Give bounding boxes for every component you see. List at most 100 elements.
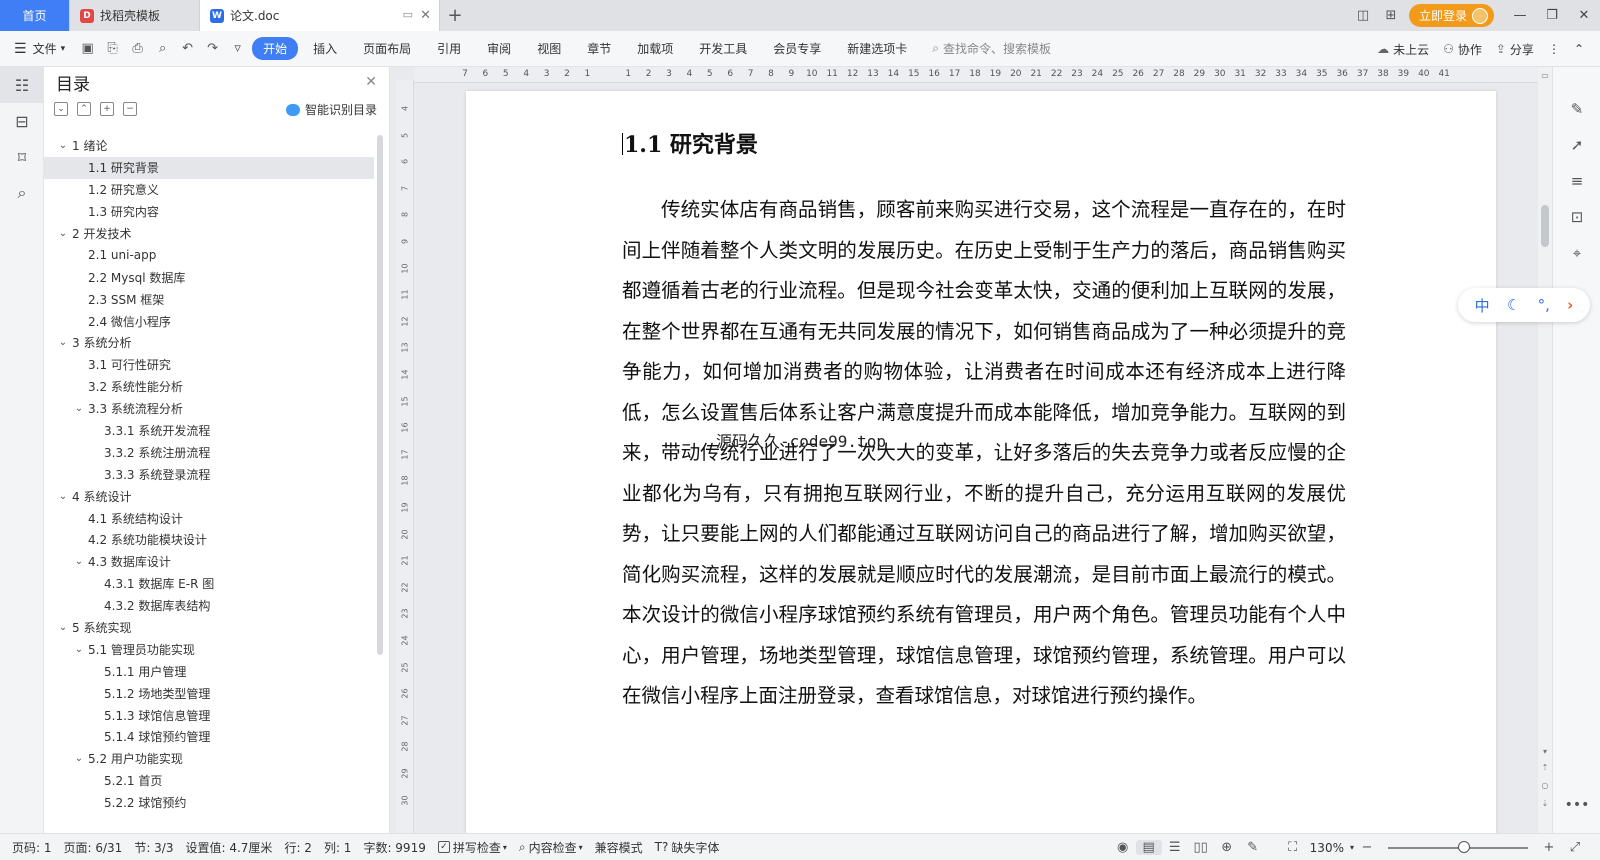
- menu-review[interactable]: 审阅: [476, 37, 522, 60]
- document-scrollbar[interactable]: ▭ ▾ ⇡ ○ ⇣: [1538, 67, 1552, 833]
- toc-item[interactable]: ⌄ 5.2 用户功能实现: [44, 748, 374, 770]
- collapse-all-icon[interactable]: ⌃: [77, 102, 91, 116]
- redo-icon[interactable]: ↷: [200, 41, 225, 56]
- prev-page-icon[interactable]: ⇡: [1538, 763, 1552, 772]
- outline-view-icon[interactable]: ☰: [1162, 840, 1188, 855]
- toc-item[interactable]: ⌄ 4.3 数据库设计: [44, 551, 374, 573]
- toc-item[interactable]: 3.2 系统性能分析: [44, 376, 374, 398]
- chevron-down-icon[interactable]: ⌄: [72, 403, 86, 414]
- minimize-icon[interactable]: —: [1504, 8, 1536, 23]
- find-icon[interactable]: ⌕: [0, 175, 44, 211]
- chevron-right-icon[interactable]: ›: [1567, 296, 1573, 314]
- toc-item[interactable]: 5.1.2 场地类型管理: [44, 682, 374, 704]
- document-page[interactable]: 1.1 研究背景 传统实体店有商品销售，顾客前来购买进行交易，这个流程是一直存在…: [466, 91, 1496, 833]
- menu-member[interactable]: 会员专享: [762, 37, 832, 60]
- status-col[interactable]: 列: 1: [324, 839, 352, 856]
- toc-item[interactable]: ⌄ 4 系统设计: [44, 485, 374, 507]
- menu-insert[interactable]: 插入: [302, 37, 348, 60]
- chevron-down-icon[interactable]: ⌄: [72, 556, 86, 567]
- content-check-button[interactable]: ⌕ 内容检查 ▾: [519, 839, 583, 856]
- toc-item[interactable]: 3.3.3 系统登录流程: [44, 463, 374, 485]
- zoom-slider-knob[interactable]: [1458, 840, 1470, 853]
- add-heading-icon[interactable]: +: [100, 102, 114, 116]
- command-search-input[interactable]: ⌕ 查找命令、搜索模板: [932, 40, 1051, 57]
- chevron-down-icon[interactable]: ⌄: [56, 337, 70, 348]
- toc-item[interactable]: 2.4 微信小程序: [44, 310, 374, 332]
- adjust-sliders-icon[interactable]: ≡: [1553, 163, 1600, 199]
- toc-item[interactable]: ⌄ 5 系统实现: [44, 617, 374, 639]
- scroll-thumb[interactable]: [1541, 205, 1549, 247]
- navigation-icon[interactable]: ⊟: [0, 103, 44, 139]
- menu-developer[interactable]: 开发工具: [688, 37, 758, 60]
- toc-item[interactable]: ⌄ 1 绪论: [44, 135, 374, 157]
- chevron-down-icon[interactable]: ⌄: [56, 491, 70, 502]
- horizontal-ruler[interactable]: 7 6 5 4 3 2 1 1 2 3 4 5 6 7 8 9 10 11 12 13 14 15 16 17 18 19 20 21…: [414, 67, 1538, 83]
- ime-mode-label[interactable]: 中: [1475, 295, 1490, 316]
- toc-item[interactable]: 1.3 研究内容: [44, 201, 374, 223]
- toc-item[interactable]: 5.1.1 用户管理: [44, 660, 374, 682]
- doc-heading[interactable]: 1.1 研究背景: [622, 127, 758, 159]
- zoom-level[interactable]: 130%: [1310, 841, 1344, 855]
- chevron-down-icon[interactable]: ⌄: [56, 140, 70, 151]
- cloud-status-button[interactable]: ☁ 未上云: [1377, 41, 1429, 58]
- write-mode-icon[interactable]: ✎: [1240, 840, 1266, 855]
- print-preview-icon[interactable]: ⌕: [150, 41, 175, 56]
- status-section[interactable]: 节: 3/3: [134, 839, 173, 856]
- status-page-no[interactable]: 页码: 1: [12, 839, 52, 856]
- toc-item[interactable]: 4.1 系统结构设计: [44, 507, 374, 529]
- quick-access-more-icon[interactable]: ▿: [225, 41, 250, 56]
- toc-item[interactable]: 4.3.2 数据库表结构: [44, 595, 374, 617]
- status-pages[interactable]: 页面: 6/31: [64, 839, 123, 856]
- web-view-icon[interactable]: ⊕: [1214, 840, 1240, 855]
- file-menu-button[interactable]: ☰ 文件 ▾: [0, 40, 75, 57]
- moon-icon[interactable]: ☾: [1507, 296, 1520, 314]
- fit-page-icon[interactable]: ⛶: [1280, 840, 1306, 855]
- doc-paragraph[interactable]: 传统实体店有商品销售，顾客前来购买进行交易，这个流程是一直存在的，在时间上伴随着…: [622, 191, 1346, 718]
- layout-toggle-icon[interactable]: ◫: [1349, 8, 1377, 23]
- save-icon[interactable]: ▣: [75, 41, 100, 56]
- toc-item[interactable]: 3.3.2 系统注册流程: [44, 441, 374, 463]
- reading-view-icon[interactable]: ▯▯: [1188, 840, 1214, 855]
- fullscreen-icon[interactable]: ⤢: [1562, 840, 1588, 855]
- chevron-down-icon[interactable]: ⌄: [72, 753, 86, 764]
- menu-page-layout[interactable]: 页面布局: [352, 37, 422, 60]
- new-tab-button[interactable]: +: [440, 0, 470, 31]
- tab-pin-icon[interactable]: ▭: [403, 8, 413, 21]
- toc-item[interactable]: ⌄ 3 系统分析: [44, 332, 374, 354]
- toc-item[interactable]: 2.1 uni-app: [44, 244, 374, 266]
- toc-item[interactable]: 4.2 系统功能模块设计: [44, 529, 374, 551]
- ime-toolbar[interactable]: 中 ☾ °, ›: [1458, 288, 1590, 322]
- punctuation-icon[interactable]: °,: [1538, 296, 1550, 314]
- image-tools-icon[interactable]: ⊡: [1553, 199, 1600, 235]
- menu-addins[interactable]: 加载项: [626, 37, 684, 60]
- toc-item[interactable]: 5.1.3 球馆信息管理: [44, 704, 374, 726]
- toc-item[interactable]: 5.1.4 球馆预约管理: [44, 726, 374, 748]
- toc-item[interactable]: ⌄ 2 开发技术: [44, 223, 374, 245]
- toc-item[interactable]: ⌄ 3.3 系统流程分析: [44, 398, 374, 420]
- close-icon[interactable]: ✕: [365, 74, 377, 90]
- zoom-out-icon[interactable]: −: [1354, 840, 1380, 855]
- collaborate-button[interactable]: ⚇ 协作: [1443, 41, 1482, 58]
- menu-new-tab[interactable]: 新建选项卡: [836, 37, 918, 60]
- pen-icon[interactable]: ✎: [1553, 91, 1600, 127]
- select-browse-icon[interactable]: ○: [1538, 781, 1552, 790]
- menu-references[interactable]: 引用: [426, 37, 472, 60]
- apps-grid-icon[interactable]: ⊞: [1377, 8, 1405, 23]
- spell-check-toggle[interactable]: ✓ 拼写检查 ▾: [437, 839, 507, 856]
- toc-item[interactable]: 1.1 研究背景: [44, 156, 374, 179]
- tab-document[interactable]: W 论文.doc ▭ ✕: [200, 0, 440, 31]
- share-button[interactable]: ⇪ 分享: [1496, 41, 1534, 58]
- ruler-toggle-icon[interactable]: ▭: [1538, 71, 1552, 80]
- collapse-ribbon-icon[interactable]: ⌃: [1574, 42, 1584, 56]
- login-button[interactable]: 立即登录: [1408, 4, 1494, 27]
- toc-item[interactable]: 4.3.1 数据库 E-R 图: [44, 573, 374, 595]
- toc-panel-icon[interactable]: ☷: [0, 67, 44, 103]
- undo-icon[interactable]: ↶: [175, 41, 200, 56]
- toc-item[interactable]: 2.2 Mysql 数据库: [44, 266, 374, 288]
- scroll-down-icon[interactable]: ▾: [1538, 747, 1552, 756]
- missing-font-button[interactable]: T? 缺失字体: [655, 839, 720, 856]
- toc-item[interactable]: 3.1 可行性研究: [44, 354, 374, 376]
- export-pdf-icon[interactable]: ⎘: [100, 41, 125, 56]
- menu-view[interactable]: 视图: [526, 37, 572, 60]
- more-options-icon[interactable]: ⋮: [1548, 42, 1560, 56]
